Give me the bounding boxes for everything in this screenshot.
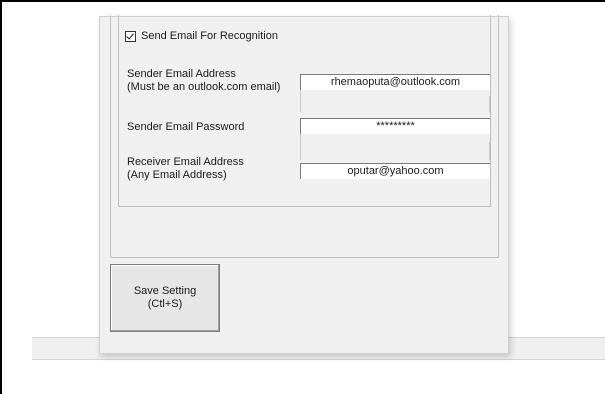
- save-setting-shortcut: (Ctl+S): [147, 298, 183, 310]
- save-setting-label: Save Setting: [133, 285, 197, 297]
- receiver-email-input[interactable]: oputar@yahoo.com: [300, 163, 490, 179]
- send-email-checkbox-label: Send Email For Recognition: [141, 30, 278, 42]
- send-email-checkbox[interactable]: [125, 30, 136, 42]
- sender-password-input-frame: [300, 134, 490, 160]
- sender-password-input[interactable]: *********: [300, 118, 490, 134]
- sender-password-label: Sender Email Password: [127, 121, 245, 133]
- settings-dialog: Send Email For Recognition Sender Email …: [99, 15, 509, 354]
- sender-email-input[interactable]: rhemaoputa@outlook.com: [300, 74, 490, 90]
- receiver-email-label: Receiver Email Address (Any Email Addres…: [127, 156, 244, 181]
- sender-email-input-frame: [300, 90, 490, 112]
- save-setting-button[interactable]: Save Setting (Ctl+S): [110, 264, 220, 332]
- send-email-checkbox-row[interactable]: Send Email For Recognition: [125, 30, 278, 42]
- sender-email-label: Sender Email Address (Must be an outlook…: [127, 68, 281, 93]
